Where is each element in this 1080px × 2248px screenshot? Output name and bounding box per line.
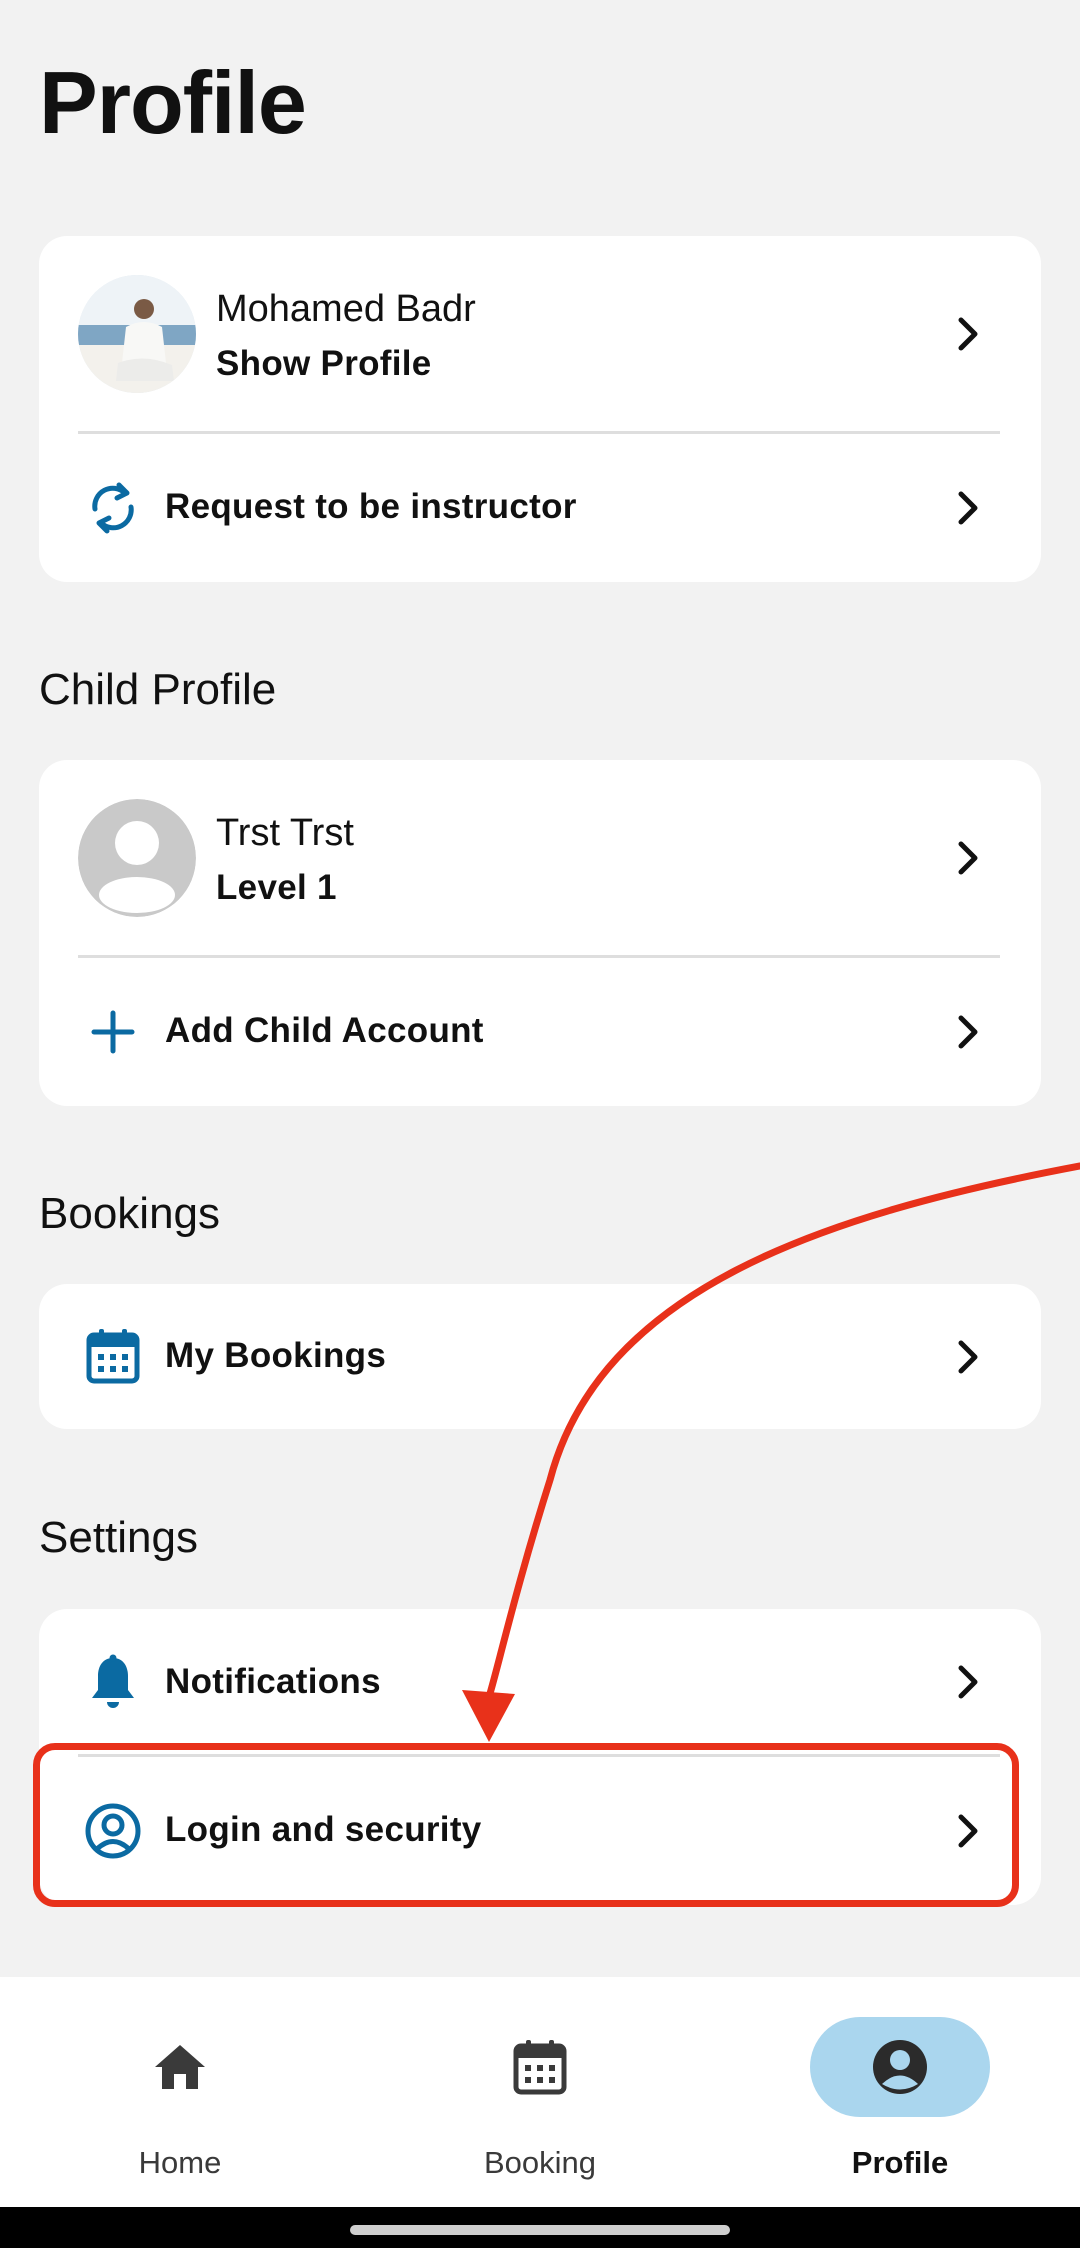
bookings-card: My Bookings <box>39 1284 1041 1429</box>
request-instructor-label: Request to be instructor <box>165 487 577 526</box>
show-profile-label: Show Profile <box>216 344 432 383</box>
nav-home-label: Home <box>138 2145 222 2180</box>
settings-heading: Settings <box>39 1513 198 1562</box>
chevron-right-icon <box>953 314 983 354</box>
login-security-row[interactable]: Login and security <box>39 1757 1041 1905</box>
home-icon <box>90 2017 270 2117</box>
system-navigation-bar <box>0 2207 1080 2248</box>
my-bookings-row[interactable]: My Bookings <box>39 1284 1041 1429</box>
child-row[interactable]: Trst Trst Level 1 <box>39 760 1041 956</box>
nav-booking-label: Booking <box>483 2145 597 2180</box>
sync-icon <box>83 478 143 538</box>
bookings-heading: Bookings <box>39 1189 221 1238</box>
child-profile-card: Trst Trst Level 1 Add Child Account <box>39 760 1041 1106</box>
profile-card: Mohamed Badr Show Profile Request to be … <box>39 236 1041 582</box>
bottom-navigation: Home Booking Profile <box>0 1977 1080 2207</box>
bell-icon <box>83 1652 143 1712</box>
plus-icon <box>83 1002 143 1062</box>
add-child-label: Add Child Account <box>165 1011 484 1050</box>
avatar <box>78 275 196 393</box>
my-bookings-label: My Bookings <box>165 1336 387 1375</box>
login-security-label: Login and security <box>165 1810 482 1849</box>
account-circle-icon <box>810 2017 990 2117</box>
user-name: Mohamed Badr <box>216 288 476 330</box>
calendar-icon <box>83 1326 143 1386</box>
chevron-right-icon <box>953 488 983 528</box>
notifications-row[interactable]: Notifications <box>39 1609 1041 1755</box>
chevron-right-icon <box>953 1012 983 1052</box>
request-instructor-row[interactable]: Request to be instructor <box>39 434 1041 582</box>
child-name: Trst Trst <box>216 812 354 854</box>
add-child-row[interactable]: Add Child Account <box>39 958 1041 1106</box>
nav-profile-label: Profile <box>851 2145 949 2180</box>
page-title: Profile <box>39 53 307 152</box>
chevron-right-icon <box>953 1337 983 1377</box>
child-level: Level 1 <box>216 868 337 907</box>
chevron-right-icon <box>953 838 983 878</box>
child-profile-heading: Child Profile <box>39 665 277 714</box>
chevron-right-icon <box>953 1662 983 1702</box>
gesture-handle[interactable] <box>350 2225 730 2235</box>
child-avatar <box>78 799 196 917</box>
account-circle-icon <box>83 1801 143 1861</box>
chevron-right-icon <box>953 1811 983 1851</box>
calendar-icon <box>450 2017 630 2117</box>
settings-card: Notifications Login and security <box>39 1609 1041 1905</box>
nav-home[interactable]: Home <box>0 1977 360 2207</box>
show-profile-row[interactable]: Mohamed Badr Show Profile <box>39 236 1041 432</box>
nav-booking[interactable]: Booking <box>360 1977 720 2207</box>
nav-profile[interactable]: Profile <box>720 1977 1080 2207</box>
notifications-label: Notifications <box>165 1662 381 1701</box>
